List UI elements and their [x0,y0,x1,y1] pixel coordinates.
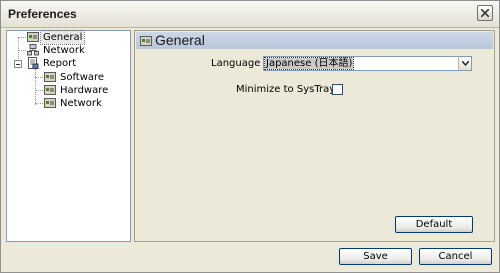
save-button[interactable]: Save [339,248,412,265]
language-selected-value: Japanese (日本語) [263,57,355,70]
default-button[interactable]: Default [395,216,473,233]
expander-report[interactable] [14,60,22,68]
cancel-button[interactable]: Cancel [419,248,492,265]
panel-title: General [155,32,205,48]
default-button-label: Default [415,219,453,230]
minimize-to-systray-checkbox[interactable] [332,84,343,95]
language-label: Language [211,58,261,69]
network-icon [27,44,39,56]
tree-item-label: Network [43,45,85,56]
tree-item-label: Software [60,72,105,83]
report-icon [28,57,39,69]
tree-item-label: Hardware [60,85,109,96]
tree-item-label: Report [43,58,77,69]
preferences-window: Preferences General Network Report Softw… [0,0,500,273]
panel-header: General [136,32,493,49]
title-bar: Preferences [1,1,499,28]
settings-panel: General Language Japanese (日本語) Minimize… [134,30,495,242]
settings-icon [27,32,39,42]
dropdown-button[interactable] [458,57,471,70]
tree-item-label: Network [60,98,102,109]
chevron-down-icon [462,61,469,66]
save-button-label: Save [363,251,388,262]
close-button[interactable] [477,5,493,21]
close-icon [481,9,489,17]
hardware-icon [44,85,56,95]
cancel-button-label: Cancel [438,251,473,262]
settings-icon [140,36,152,46]
category-tree[interactable]: General Network Report Software Hardware… [6,30,131,242]
minimize-label: Minimize to SysTray [236,84,336,95]
software-icon [44,72,56,82]
window-title: Preferences [8,7,77,21]
language-select[interactable]: Japanese (日本語) [263,56,472,71]
network-report-icon [44,98,56,108]
tree-item-label: General [39,30,86,45]
